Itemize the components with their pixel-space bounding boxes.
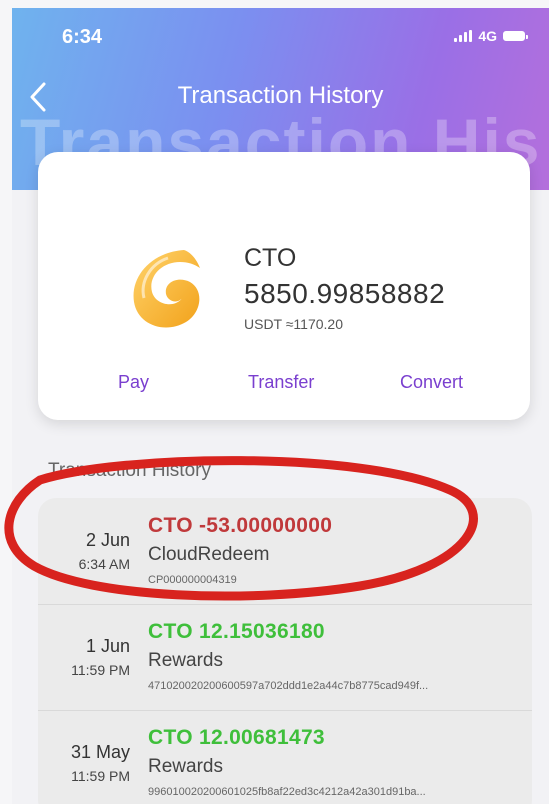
coin-usdt-value: USDT ≈1170.20 [244,316,343,332]
transaction-row[interactable]: 31 May 11:59 PM CTO 12.00681473 Rewards … [38,710,532,804]
transaction-time: 11:59 PM [71,768,130,784]
battery-icon [503,31,528,41]
transaction-row[interactable]: 1 Jun 11:59 PM CTO 12.15036180 Rewards 4… [38,604,532,710]
coin-name: CTO [244,244,297,272]
network-label: 4G [478,28,497,44]
transaction-type: Rewards [148,756,223,777]
transaction-amount: CTO 12.15036180 [148,620,325,643]
convert-button[interactable]: Convert [400,372,463,393]
transfer-button[interactable]: Transfer [248,372,314,393]
transaction-ref: 996010020200601025fb8af22ed3c4212a42a301… [148,786,426,798]
history-section-label: Transaction History [48,460,211,481]
transaction-time: 11:59 PM [71,662,130,678]
signal-icon [454,30,473,42]
status-time: 6:34 [62,26,103,48]
row-divider [38,604,532,605]
transaction-date: 2 Jun [85,530,130,550]
transaction-date: 31 May [70,742,130,762]
row-divider [38,710,532,711]
status-indicators: 4G [454,28,528,44]
phone-screen: Transaction His 6:34 4G Transaction Hist… [12,8,549,804]
transaction-type: Rewards [148,650,223,671]
wallet-card: CTO 5850.99858882 USDT ≈1170.20 Pay Tran… [38,152,530,420]
transaction-amount: CTO -53.00000000 [148,514,333,537]
transaction-list: 2 Jun 6:34 AM CTO -53.00000000 CloudRede… [38,498,532,804]
pay-button[interactable]: Pay [118,372,149,393]
coin-logo-icon [122,242,214,334]
transaction-amount: CTO 12.00681473 [148,726,325,749]
transaction-ref: CP000000004319 [148,574,237,586]
transaction-type: CloudRedeem [148,544,270,565]
transaction-date: 1 Jun [85,636,130,656]
transaction-ref: 471020020200600597a702ddd1e2a44c7b8775ca… [148,680,429,692]
transaction-time: 6:34 AM [78,556,130,572]
page-title: Transaction History [177,82,384,109]
transaction-row[interactable]: 2 Jun 6:34 AM CTO -53.00000000 CloudRede… [38,498,532,604]
coin-balance: 5850.99858882 [244,278,446,309]
